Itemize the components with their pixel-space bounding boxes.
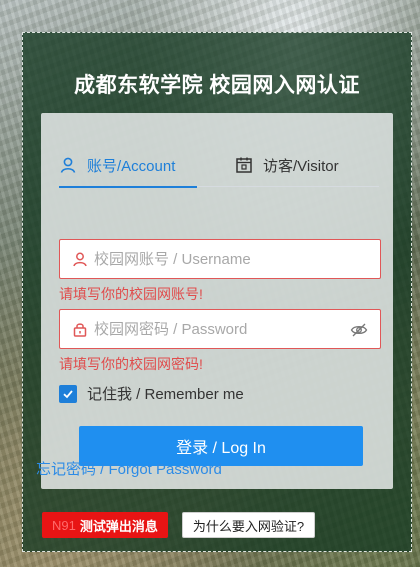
forgot-password-link[interactable]: 忘记密码 / Forgot Password <box>36 458 222 479</box>
tab-visitor-label: 访客/Visitor <box>263 157 339 175</box>
username-field <box>59 239 381 279</box>
tab-visitor[interactable]: 访客/Visitor <box>235 143 385 187</box>
username-error: 请填写你的校园网账号! <box>59 286 203 302</box>
calendar-icon <box>236 157 252 173</box>
lock-icon <box>73 323 87 337</box>
login-card: 账号/Account 访客/Visitor 请填写你的校园网账号! <box>41 113 393 489</box>
test-button-label: 测试弹出消息 <box>79 518 158 534</box>
user-icon <box>60 157 76 173</box>
test-button-number: N91 <box>52 517 76 533</box>
tab-bar: 账号/Account 访客/Visitor <box>59 143 379 188</box>
user-icon <box>73 252 87 267</box>
page-title: 成都东软学院 校园网入网认证 <box>74 74 360 97</box>
password-input[interactable] <box>94 320 344 338</box>
password-error: 请填写你的校园网密码! <box>59 356 203 372</box>
test-popup-button[interactable]: N91 测试弹出消息 <box>42 512 168 538</box>
why-auth-button[interactable]: 为什么要入网验证? <box>181 512 316 538</box>
checkmark-icon <box>63 389 73 398</box>
tab-account-label: 账号/Account <box>87 157 176 175</box>
tab-account[interactable]: 账号/Account <box>59 143 199 188</box>
remember-checkbox[interactable] <box>59 384 77 403</box>
bottom-bar: N91 测试弹出消息 为什么要入网验证? <box>42 512 316 538</box>
remember-label: 记住我 / Remember me <box>87 386 244 403</box>
eye-off-icon[interactable] <box>350 321 368 339</box>
password-field <box>59 309 381 349</box>
remember-me[interactable]: 记住我 / Remember me <box>59 383 244 404</box>
username-input[interactable] <box>94 250 344 268</box>
